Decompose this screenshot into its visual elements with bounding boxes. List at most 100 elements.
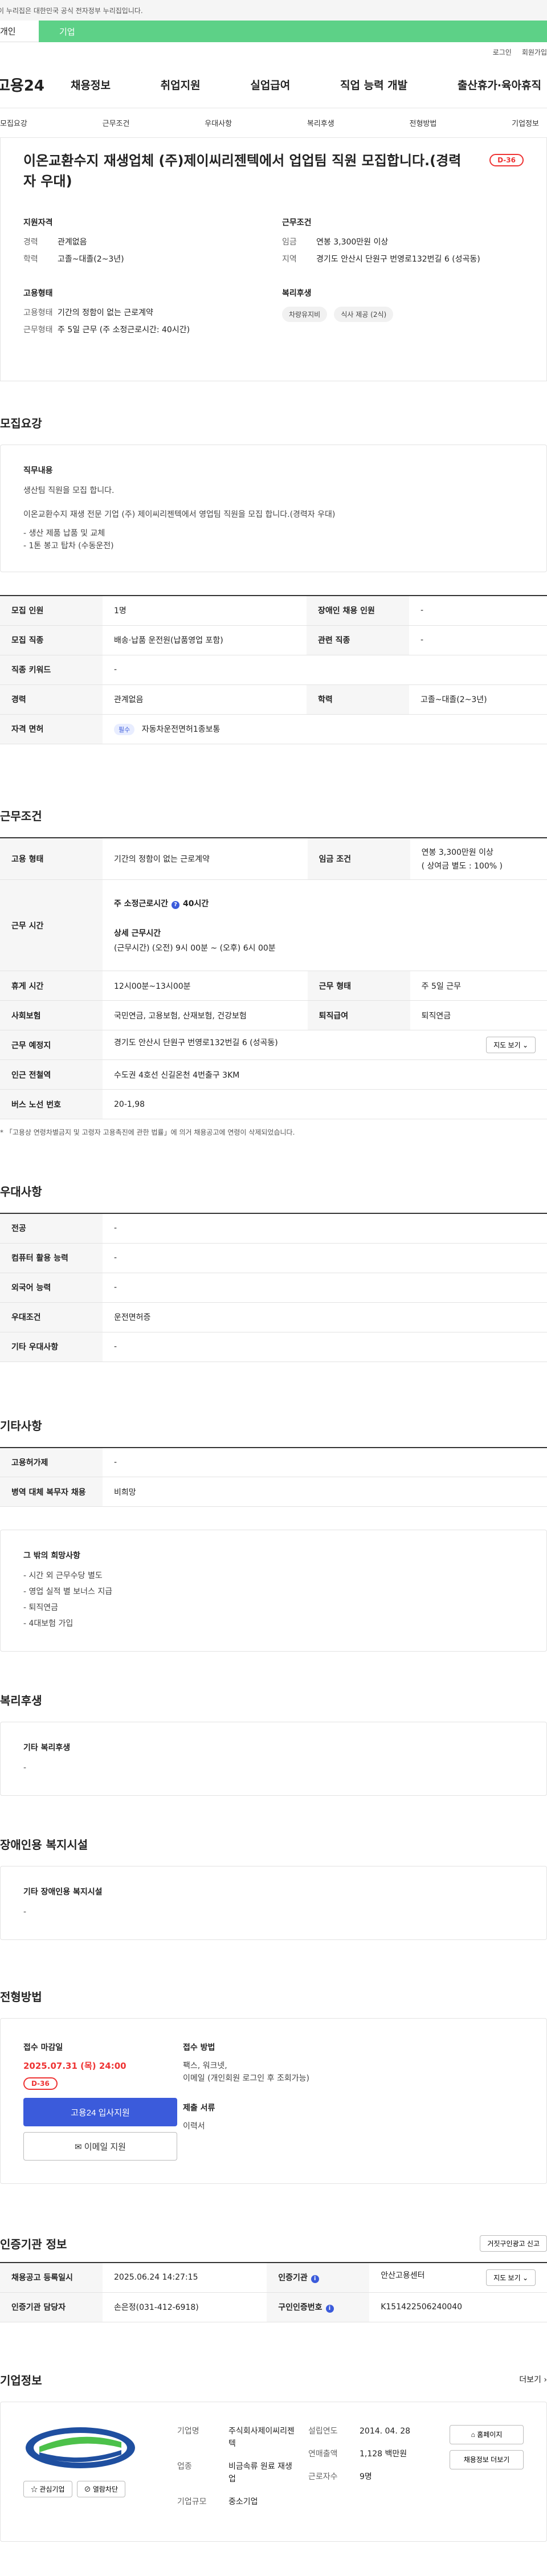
gnb-item-unemployment-benefit[interactable]: 실업급여 (250, 77, 290, 92)
gov-banner: 이 누리집은 대한민국 공식 전자정부 누리집입니다. (0, 0, 547, 21)
section-title-work: 근무조건 (0, 809, 42, 823)
cell-value: - (103, 1243, 547, 1273)
cell-label: 외국어 능력 (0, 1273, 103, 1303)
signup-link[interactable]: 회원가입 (522, 47, 547, 57)
detail-hours: (근무시간) (오전) 9시 00분 ~ (오후) 6시 00분 (114, 943, 276, 953)
cell-value: K151422506240040 (369, 2292, 547, 2322)
company-more-link[interactable]: 더보기 › (519, 2374, 547, 2385)
doc-title: 제출 서류 (183, 2104, 215, 2113)
other-wish-box: 그 밖의 희망사항 - 시간 외 근무수당 별도 - 영업 실적 별 보너스 지… (0, 1530, 547, 1652)
welfare-box: 기타 복리후생 - (0, 1722, 547, 1796)
pref-table: 전공 - 컴퓨터 활용 능력 - 외국어 능력 - 우대조건 운전면허증 기타 우대사항… (0, 1213, 547, 1362)
cell-value: 비희망 (103, 1477, 547, 1507)
email-apply-button[interactable]: ✉ 이메일 지원 (23, 2132, 177, 2161)
table-row: 근무 시간 주 소정근로시간? 40시간 상세 근무시간 (근무시간) (오전) … (0, 879, 547, 971)
anchor-work[interactable]: 근무조건 (103, 117, 130, 128)
tab-person[interactable]: 개인 (0, 21, 39, 42)
section-title-apply: 전형방법 (0, 1990, 42, 2004)
table-row: 사회보험 국민연금, 고용보험, 산재보험, 건강보험 퇴직급여 퇴직연금 (0, 1000, 547, 1030)
cell-value: 2025.06.24 14:27:15 (103, 2263, 267, 2293)
company-row: 기업명 주식회사제이씨리젠텍 (177, 2425, 297, 2450)
table-row: 모집 인원 1명 장애인 채용 인원 - (0, 596, 547, 626)
label: 기업규모 (177, 2497, 207, 2506)
welfare-chip: 차량유지비 (282, 307, 328, 322)
table-row: 직종 키워드 - (0, 655, 547, 685)
anchor-apply[interactable]: 전형방법 (410, 117, 437, 128)
cell-label: 인증기관 담당자 (0, 2292, 103, 2322)
label: 임금 (282, 238, 297, 247)
label: 근무형태 (23, 325, 53, 335)
cell-label-no: 구인인증번호 i (267, 2292, 370, 2322)
gnb-item-training[interactable]: 직업 능력 개발 (340, 77, 407, 92)
table-row: 전공 - (0, 1213, 547, 1244)
table-row: 버스 노선 번호 20-1,98 (0, 1089, 547, 1119)
info-icon[interactable]: i (325, 2305, 334, 2313)
cert-header: 인증기관 정보 거짓구인광고 신고 (0, 2235, 547, 2252)
section-title-cert: 인증기관 정보 (0, 2237, 67, 2251)
block-company-button[interactable]: ⊘ 열람차단 (76, 2480, 125, 2497)
summary-row: 학력 고졸~대졸(2~3년) (23, 253, 265, 264)
work-place: 경기도 안산시 단원구 번영로132번길 6 (성곡동) (114, 1038, 278, 1047)
method-value: 이메일 (개인회원 로그인 후 조회가능) (183, 2074, 309, 2083)
summary-qualification: 지원자격 경력 관계없음 학력 고졸~대졸(2~3년) (23, 217, 265, 270)
global-nav: 고용24 채용정보 취업지원 실업급여 직업 능력 개발 출산휴가·육아휴직 (0, 62, 547, 108)
cell-value: 수도권 4호선 신길온천 4번출구 3KM (103, 1059, 547, 1090)
map-button[interactable]: 지도 보기 ⌄ (486, 2269, 536, 2286)
cell-label: 채용공고 등록일시 (0, 2263, 103, 2293)
work-table: 고용 형태 기간의 정함이 없는 근로계약 임금 조건 연봉 3,300만원 이… (0, 837, 547, 1119)
more-jobs-button[interactable]: 채용정보 더보기 (450, 2449, 524, 2469)
duty-title: 직무내용 (23, 466, 53, 475)
anchor-welfare[interactable]: 복리후생 (307, 117, 334, 128)
job-title: 이온교환수지 재생업체 (주)제이씨리젠텍에서 업업팀 직원 모집합니다.(경력… (23, 153, 462, 189)
help-icon[interactable]: ? (172, 900, 180, 909)
cell-value: 퇴직연금 (410, 1000, 547, 1030)
tab-company[interactable]: 기업 (39, 21, 547, 42)
license-name: 자동차운전면허1종보통 (141, 724, 221, 734)
label: 학력 (23, 255, 38, 264)
table-row: 인증기관 담당자 손은정(031-412-6918) 구인인증번호 i K1514… (0, 2292, 547, 2322)
gnb-item-leave[interactable]: 출산휴가·육아휴직 (458, 77, 541, 92)
weekly-hours: 주 소정근로시간? 40시간 (114, 898, 536, 909)
duty-list-item: - 생산 제품 납품 및 교체 (23, 529, 105, 538)
cell-label: 근무 형태 (307, 971, 410, 1001)
cell-label: 모집 직종 (0, 625, 103, 655)
company-header: 기업정보 더보기 › (0, 2371, 547, 2388)
homepage-button[interactable]: ⌂ 홈페이지 (450, 2424, 524, 2444)
user-type-tabs: 개인 기업 (0, 21, 547, 42)
summary-welfare-title: 복리후생 (282, 289, 312, 298)
cell-label: 사회보험 (0, 1000, 103, 1030)
value: 연봉 3,300만원 이상 (316, 238, 389, 247)
label: 지역 (282, 255, 297, 264)
favorite-company-button[interactable]: ☆ 관심기업 (23, 2480, 72, 2497)
login-link[interactable]: 로그인 (493, 47, 512, 57)
cell-label: 고용허가제 (0, 1447, 103, 1477)
gnb-item-jobs[interactable]: 채용정보 (71, 77, 111, 92)
map-button[interactable]: 지도 보기 ⌄ (486, 1037, 536, 1053)
company-logo-area: ☆ 관심기업 ⊘ 열람차단 (23, 2425, 154, 2518)
value: 2014. 04. 28 (360, 2426, 411, 2436)
duty-line: 생산팀 직원을 모집 합니다. (23, 486, 115, 495)
list-item: - 시간 외 근무수당 별도 (23, 1571, 103, 1580)
site-logo[interactable]: 고용24 (0, 74, 54, 95)
method-value: 팩스, 워크넷, (183, 2061, 227, 2070)
cert-no-label: 구인인증번호 (278, 2303, 323, 2312)
cell-label: 인근 전철역 (0, 1059, 103, 1090)
anchor-recruit[interactable]: 모집요강 (0, 117, 27, 128)
wage-line: ( 상여금 별도 : 100% ) (421, 861, 503, 871)
cell-label: 병역 대체 복무자 채용 (0, 1477, 103, 1507)
welfare-value: - (23, 1763, 27, 1772)
anchor-company[interactable]: 기업정보 (512, 117, 539, 128)
report-button[interactable]: 거짓구인광고 신고 (480, 2235, 547, 2252)
anchor-pref[interactable]: 우대사항 (205, 117, 232, 128)
info-icon[interactable]: i (311, 2275, 319, 2284)
gnb-item-employment-support[interactable]: 취업지원 (161, 77, 201, 92)
table-row: 자격 면허 필수 자동차운전면허1종보통 (0, 714, 547, 744)
apply-button[interactable]: 고용24 입사지원 (23, 2098, 177, 2126)
section-title-welfare: 복리후생 (0, 1694, 42, 1707)
table-row: 기타 우대사항 - (0, 1332, 547, 1362)
cell-label: 임금 조건 (307, 837, 410, 880)
cell-label: 퇴직급여 (307, 1000, 410, 1030)
table-row: 휴게 시간 12시00분~13시00분 근무 형태 주 5일 근무 (0, 971, 547, 1001)
cell-value: 12시00분~13시00분 (103, 971, 308, 1001)
cell-value-license: 필수 자동차운전면허1종보통 (103, 714, 547, 744)
